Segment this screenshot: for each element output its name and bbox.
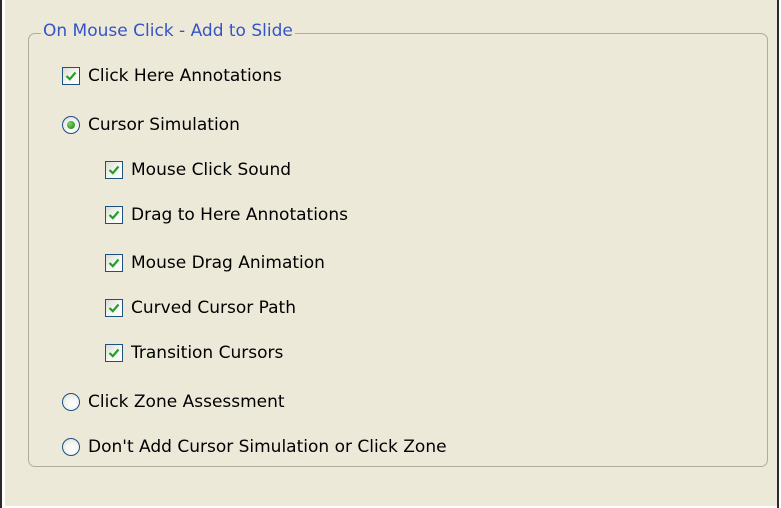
checkbox-box[interactable] <box>105 344 123 362</box>
radio-circle[interactable] <box>62 438 80 456</box>
checkbox-box[interactable] <box>62 67 80 85</box>
transition-cursors-checkbox[interactable]: Transition Cursors <box>105 341 283 365</box>
check-icon <box>65 71 77 81</box>
dialog-window: On Mouse Click - Add to Slide Click Here… <box>0 0 779 508</box>
checkbox-label: Curved Cursor Path <box>131 298 296 318</box>
radio-label: Don't Add Cursor Simulation or Click Zon… <box>88 437 447 457</box>
checkbox-box[interactable] <box>105 299 123 317</box>
cursor-simulation-radio[interactable]: Cursor Simulation <box>62 113 240 137</box>
curved-cursor-path-checkbox[interactable]: Curved Cursor Path <box>105 296 296 320</box>
mouse-drag-animation-checkbox[interactable]: Mouse Drag Animation <box>105 251 325 275</box>
click-zone-assessment-radio[interactable]: Click Zone Assessment <box>62 390 285 414</box>
group-title: On Mouse Click - Add to Slide <box>41 20 295 42</box>
click-here-annotations-checkbox[interactable]: Click Here Annotations <box>62 64 282 88</box>
check-icon <box>108 165 120 175</box>
options-panel: On Mouse Click - Add to Slide Click Here… <box>5 0 777 506</box>
checkbox-label: Click Here Annotations <box>88 66 282 86</box>
check-icon <box>108 303 120 313</box>
radio-dot-icon <box>67 121 75 129</box>
mouse-click-sound-checkbox[interactable]: Mouse Click Sound <box>105 158 291 182</box>
check-icon <box>108 348 120 358</box>
check-icon <box>108 258 120 268</box>
check-icon <box>108 210 120 220</box>
no-cursor-simulation-radio[interactable]: Don't Add Cursor Simulation or Click Zon… <box>62 435 447 459</box>
radio-circle[interactable] <box>62 116 80 134</box>
radio-circle[interactable] <box>62 393 80 411</box>
radio-label: Click Zone Assessment <box>88 392 285 412</box>
radio-label: Cursor Simulation <box>88 115 240 135</box>
checkbox-label: Mouse Click Sound <box>131 160 292 180</box>
checkbox-box[interactable] <box>105 254 123 272</box>
checkbox-label: Drag to Here Annotations <box>131 205 348 225</box>
checkbox-label: Mouse Drag Animation <box>131 253 325 273</box>
drag-to-here-annotations-checkbox[interactable]: Drag to Here Annotations <box>105 203 348 227</box>
checkbox-box[interactable] <box>105 161 123 179</box>
checkbox-label: Transition Cursors <box>131 343 284 363</box>
checkbox-box[interactable] <box>105 206 123 224</box>
